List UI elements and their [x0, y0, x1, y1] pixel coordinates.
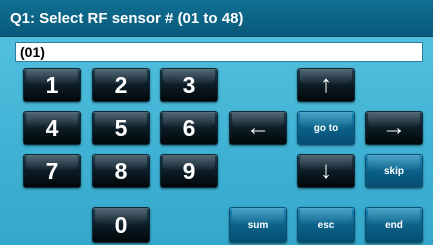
sensor-select-screen: Q1: Select RF sensor # (01 to 48) (01) 1… [0, 0, 433, 245]
arrow-right-icon: → [382, 114, 406, 141]
key-9[interactable]: 9 [160, 154, 218, 188]
arrow-up-button[interactable]: ↑ [297, 68, 355, 102]
esc-button[interactable]: esc [297, 207, 355, 243]
sum-button[interactable]: sum [229, 207, 287, 243]
arrow-right-button[interactable]: → [365, 111, 423, 145]
key-0[interactable]: 0 [92, 207, 150, 243]
goto-button[interactable]: go to [297, 111, 355, 145]
key-1[interactable]: 1 [23, 68, 81, 102]
key-6[interactable]: 6 [160, 111, 218, 145]
arrow-up-icon: ↑ [320, 71, 332, 98]
key-5[interactable]: 5 [92, 111, 150, 145]
arrow-down-button[interactable]: ↓ [297, 154, 355, 188]
key-7[interactable]: 7 [23, 154, 81, 188]
sensor-number-field[interactable]: (01) [15, 42, 423, 62]
arrow-left-icon: ← [246, 114, 270, 141]
arrow-down-icon: ↓ [320, 157, 332, 184]
key-8[interactable]: 8 [92, 154, 150, 188]
question-title: Q1: Select RF sensor # (01 to 48) [0, 0, 433, 37]
key-4[interactable]: 4 [23, 111, 81, 145]
skip-button[interactable]: skip [365, 154, 423, 188]
arrow-left-button[interactable]: ← [229, 111, 287, 145]
key-3[interactable]: 3 [160, 68, 218, 102]
key-2[interactable]: 2 [92, 68, 150, 102]
end-button[interactable]: end [365, 207, 423, 243]
